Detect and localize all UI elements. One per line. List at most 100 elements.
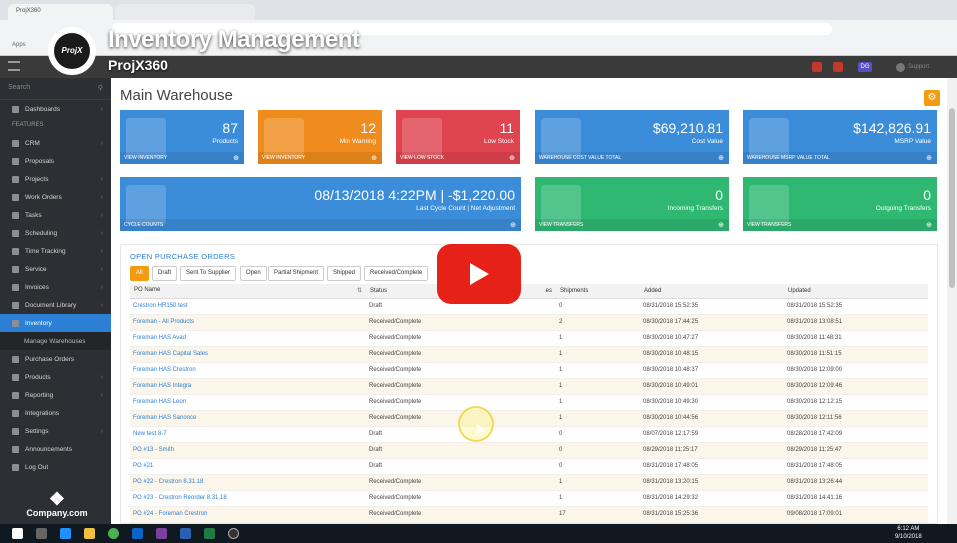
sidebar-item-reporting[interactable]: Reporting › [0, 386, 111, 404]
arrow-circle-icon[interactable]: ⊕ [510, 221, 516, 229]
cell-name[interactable]: Crestron HR150 test [130, 298, 366, 315]
tile-outgoing-transfers[interactable]: 0 Outgoing Transfers VIEW TRANSFERS ⊕ [743, 177, 937, 231]
filter-shipped[interactable]: Shipped [327, 266, 362, 281]
sidebar-item-invoices[interactable]: Invoices › [0, 278, 111, 296]
table-row[interactable]: Foreman - All Products Received/Complete 2… [130, 314, 928, 331]
taskbar-clock[interactable]: 6:12 AM 9/10/2018 [895, 525, 922, 541]
table-row[interactable]: Foreman HAS Sanonce Received/Complete 1 08/… [130, 410, 928, 427]
excel-icon[interactable] [204, 528, 215, 539]
col-added[interactable]: Added [640, 284, 784, 299]
filter-draft[interactable]: Draft [152, 266, 178, 281]
cell-name[interactable]: PO #22 - Crestron 8.31.18 [130, 474, 366, 491]
chrome-icon[interactable] [108, 528, 119, 539]
sidebar-item-crm[interactable]: CRM › [0, 134, 111, 152]
sidebar-item-products[interactable]: Products › [0, 368, 111, 386]
sidebar-item-time-tracking[interactable]: Time Tracking › [0, 242, 111, 260]
table-row[interactable]: PO #24 - Foreman Crestron Received/Comple… [130, 506, 928, 523]
sidebar-item-inventory[interactable]: Inventory ⌄ [0, 314, 111, 332]
sidebar-item-tasks[interactable]: Tasks › [0, 206, 111, 224]
arrow-circle-icon[interactable]: ⊕ [371, 154, 377, 162]
tile-footer-link[interactable]: VIEW TRANSFERS [535, 219, 729, 231]
sidebar-item-announcements[interactable]: Announcements [0, 440, 111, 458]
arrow-circle-icon[interactable]: ⊕ [718, 221, 724, 229]
word-icon[interactable] [180, 528, 191, 539]
start-icon[interactable] [12, 528, 23, 539]
col-updated[interactable]: Updated [784, 284, 928, 299]
table-row[interactable]: Foreman HAS Integra Received/Complete 1 08/… [130, 378, 928, 395]
tile-msrp-value[interactable]: $142,826.91 MSRP Value WAREHOUSE MSRP VALU… [743, 110, 937, 164]
tile-footer-link[interactable]: VIEW LOW STOCK [396, 152, 520, 164]
cell-name[interactable]: PO #13 - Smith [130, 442, 366, 459]
table-row[interactable]: Foreman HAS Avad Received/Complete 1 08/30/… [130, 330, 928, 347]
filter-open[interactable]: Open [240, 266, 267, 281]
cell-name[interactable]: PO #23 - Crestron Reorder 8.31.18 [130, 490, 366, 507]
sidebar-item-log-out[interactable]: Log Out [0, 458, 111, 476]
sidebar-item-dashboards[interactable]: Dashboards › [0, 100, 111, 118]
browser-tab[interactable]: ProjX360 [8, 4, 113, 20]
table-row[interactable]: Foreman HAS Leon Received/Complete 1 08/30/… [130, 394, 928, 411]
support-link[interactable]: Support [908, 64, 929, 70]
table-row[interactable]: PO #23 - Crestron Reorder 8.31.18 Receive… [130, 490, 928, 507]
sort-icon[interactable]: ⇅ [357, 287, 362, 294]
menu-toggle-icon[interactable] [8, 61, 20, 71]
col-shipments[interactable]: Shipments [556, 284, 640, 299]
filter-received-complete[interactable]: Received/Complete [364, 266, 429, 281]
sidebar-search[interactable]: Search ⚲ [0, 78, 111, 100]
tile-cycle-count[interactable]: 08/13/2018 4:22PM | -$1,220.00 Last Cycle… [120, 177, 521, 231]
file-explorer-icon[interactable] [84, 528, 95, 539]
sidebar-item-integrations[interactable]: Integrations [0, 404, 111, 422]
sidebar-item-scheduling[interactable]: Scheduling › [0, 224, 111, 242]
tile-footer-link[interactable]: CYCLE COUNTS [120, 219, 521, 231]
filter-partial-shipment[interactable]: Partial Shipment [268, 266, 325, 281]
table-row[interactable]: PO #21 Draft 0 08/31/2018 17:48:05 08/31/201… [130, 458, 928, 475]
video-title[interactable]: Inventory Management [108, 26, 360, 54]
tile-cost-value[interactable]: $69,210.81 Cost Value WAREHOUSE COST VALUE… [535, 110, 729, 164]
sidebar-item-purchase-orders[interactable]: Purchase Orders [0, 350, 111, 368]
filter-all[interactable]: All [130, 266, 149, 281]
alerts-icon[interactable] [833, 62, 843, 72]
tile-footer-link[interactable]: VIEW INVENTORY [120, 152, 244, 164]
onenote-icon[interactable] [156, 528, 167, 539]
sidebar-item-document-library[interactable]: Document Library › [0, 296, 111, 314]
edge-icon[interactable] [60, 528, 71, 539]
table-row[interactable]: PO #13 - Smith Draft 0 08/29/2018 11:25:17 0… [130, 442, 928, 459]
table-row[interactable]: PO #22 - Crestron 8.31.18 Received/Comple… [130, 474, 928, 491]
tile-footer-link[interactable]: VIEW INVENTORY [258, 152, 382, 164]
cell-name[interactable]: Foreman HAS Capital Sales [130, 346, 366, 363]
arrow-circle-icon[interactable]: ⊕ [233, 154, 239, 162]
arrow-circle-icon[interactable]: ⊕ [718, 154, 724, 162]
table-row[interactable]: Foreman HAS Crestron Received/Complete 1 08… [130, 362, 928, 379]
arrow-circle-icon[interactable]: ⊕ [926, 154, 932, 162]
table-row[interactable]: New test 8-7 Draft 0 08/07/2018 12:17:59 08/… [130, 426, 928, 443]
arrow-circle-icon[interactable]: ⊕ [926, 221, 932, 229]
bookmark-apps[interactable]: Apps [12, 42, 26, 48]
sidebar-item-service[interactable]: Service › [0, 260, 111, 278]
sidebar-item-projects[interactable]: Projects › [0, 170, 111, 188]
tile-low-stock[interactable]: 11 Low Stock VIEW LOW STOCK ⊕ [396, 110, 520, 164]
cell-name[interactable]: Foreman HAS Avad [130, 330, 366, 347]
cell-name[interactable]: New test 8-7 [130, 426, 366, 443]
page-scrollbar[interactable] [947, 78, 957, 524]
outlook-icon[interactable] [132, 528, 143, 539]
arrow-circle-icon[interactable]: ⊕ [509, 154, 515, 162]
video-channel-name[interactable]: ProjX360 [108, 57, 168, 73]
sidebar-item-settings[interactable]: Settings › [0, 422, 111, 440]
table-row[interactable]: Foreman HAS Capital Sales Received/Comple… [130, 346, 928, 363]
filter-sent-to-supplier[interactable]: Sent To Supplier [180, 266, 236, 281]
app-icon[interactable] [228, 528, 239, 539]
cell-name[interactable]: Foreman HAS Integra [130, 378, 366, 395]
tile-min-warning[interactable]: 12 Min Warning VIEW INVENTORY ⊕ [258, 110, 382, 164]
video-play-button[interactable] [437, 244, 521, 304]
tile-footer-link[interactable]: WAREHOUSE COST VALUE TOTAL [535, 152, 729, 164]
task-view-icon[interactable] [36, 528, 47, 539]
sidebar-item-work-orders[interactable]: Work Orders › [0, 188, 111, 206]
channel-logo[interactable]: ProjX [48, 27, 96, 75]
cell-name[interactable]: PO #24 - Foreman Crestron [130, 506, 366, 523]
cell-name[interactable]: Foreman HAS Leon [130, 394, 366, 411]
user-avatar[interactable]: DG [858, 62, 872, 72]
tile-footer-link[interactable]: VIEW TRANSFERS [743, 219, 937, 231]
col-po-name[interactable]: PO Name ⇅ [130, 284, 366, 299]
sidebar-item-manage-warehouses[interactable]: Manage Warehouses [0, 332, 111, 350]
tile-footer-link[interactable]: WAREHOUSE MSRP VALUE TOTAL [743, 152, 937, 164]
cell-name[interactable]: Foreman HAS Crestron [130, 362, 366, 379]
